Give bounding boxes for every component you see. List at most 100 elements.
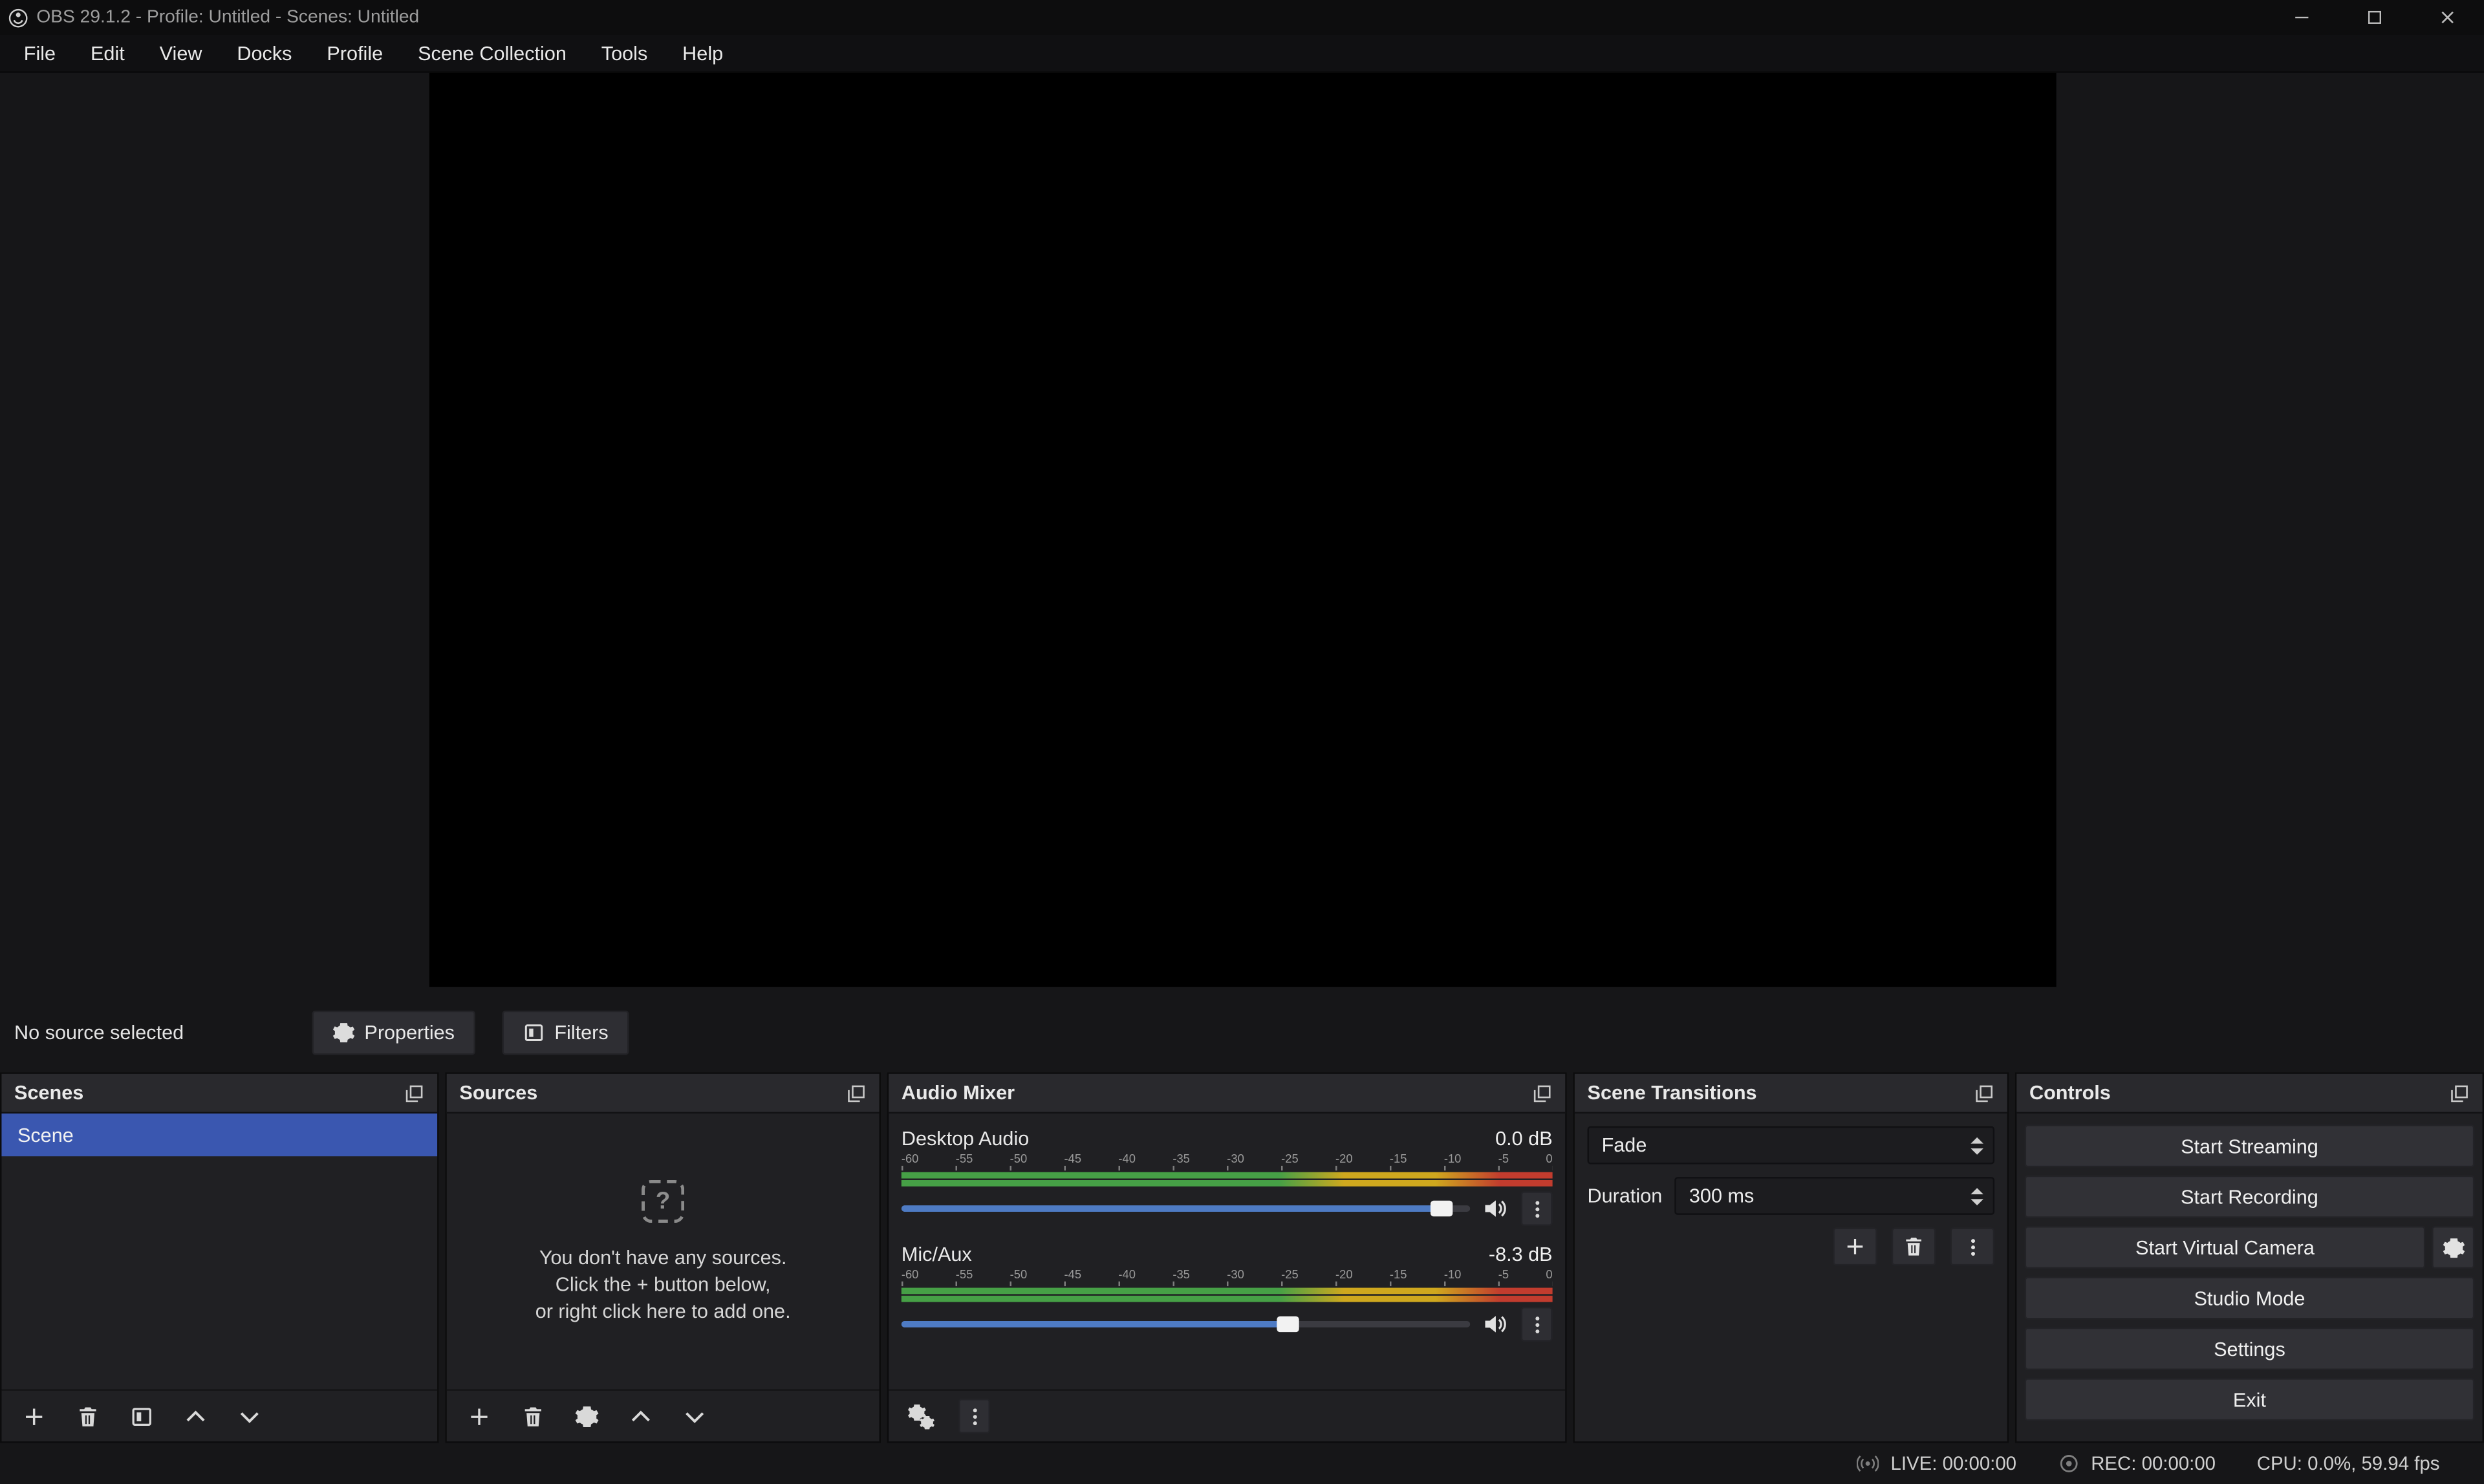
scenes-dock-body: Scene: [1, 1113, 437, 1441]
sources-dock-body: ? You don't have any sources. Click the …: [447, 1113, 880, 1441]
menu-item[interactable]: Docks: [219, 35, 309, 71]
meter-tick-label: -55: [956, 1267, 973, 1282]
meter-tick-label: 0: [1546, 1152, 1552, 1166]
menu-item[interactable]: Tools: [584, 35, 665, 71]
minimize-button[interactable]: [2265, 0, 2338, 35]
duration-spinbox[interactable]: 300 ms: [1675, 1177, 1994, 1215]
rec-status: REC: 00:00:00: [2058, 1452, 2216, 1474]
mute-button[interactable]: [1483, 1196, 1508, 1221]
menu-item[interactable]: Profile: [309, 35, 400, 71]
scenes-dock-title: Scenes: [14, 1082, 83, 1104]
menu-item[interactable]: File: [6, 35, 73, 71]
meter-tick-label: -15: [1390, 1267, 1407, 1282]
mixer-popout-button[interactable]: [1532, 1082, 1553, 1103]
add-scene-button[interactable]: [17, 1399, 50, 1432]
kebab-icon: [964, 1406, 985, 1426]
duration-value: 300 ms: [1689, 1185, 1754, 1207]
meter-tick-label: -50: [1010, 1267, 1028, 1282]
filters-button[interactable]: Filters: [502, 1011, 629, 1055]
slider-handle[interactable]: [1431, 1201, 1453, 1216]
volume-slider[interactable]: [902, 1191, 1470, 1226]
meter-tick-label: -5: [1498, 1152, 1509, 1166]
remove-transition-button[interactable]: [1892, 1227, 1936, 1265]
dock-scene-transitions: Scene Transitions Fade Duration: [1573, 1072, 2009, 1443]
popout-icon: [1974, 1082, 1994, 1103]
meter-tick-label: -55: [956, 1152, 973, 1166]
dock-sources: Sources ? You don't have any sources. Cl…: [445, 1072, 881, 1443]
meter-bar-left: [902, 1288, 1553, 1295]
close-button[interactable]: [2411, 0, 2484, 35]
filters-button-label: Filters: [554, 1022, 608, 1044]
move-source-down-button[interactable]: [678, 1399, 711, 1432]
status-bar: LIVE: 00:00:00 REC: 00:00:00 CPU: 0.0%, …: [0, 1443, 2484, 1484]
slider-fill: [902, 1205, 1442, 1212]
spinner-up-icon[interactable]: [1970, 1187, 1983, 1194]
scene-filters-button[interactable]: [125, 1399, 158, 1432]
properties-button-label: Properties: [364, 1022, 455, 1044]
meter-tick-label: -30: [1227, 1267, 1244, 1282]
meter-bar-right: [902, 1296, 1553, 1302]
cpu-status: CPU: 0.0%, 59.94 fps: [2257, 1452, 2440, 1474]
meter-tick-label: -60: [902, 1152, 919, 1166]
start-virtual-camera-button[interactable]: Start Virtual Camera: [2025, 1226, 2426, 1269]
menu-item[interactable]: Edit: [73, 35, 142, 71]
minimize-icon: [2293, 8, 2311, 27]
remove-scene-button[interactable]: [71, 1399, 104, 1432]
dock-audio-mixer: Audio Mixer Desktop Audio 0.0 dB -60-55-…: [887, 1072, 1567, 1443]
virtual-camera-settings-button[interactable]: [2432, 1226, 2474, 1269]
start-streaming-button[interactable]: Start Streaming: [2025, 1124, 2475, 1167]
move-source-up-button[interactable]: [624, 1399, 657, 1432]
mixer-options-button[interactable]: [958, 1399, 990, 1434]
menu-item[interactable]: Help: [665, 35, 740, 71]
popout-icon: [404, 1082, 425, 1103]
channel-options-button[interactable]: [1521, 1191, 1553, 1226]
channel-level: -8.3 dB: [1489, 1243, 1553, 1265]
transitions-popout-button[interactable]: [1974, 1082, 1994, 1103]
transitions-dock-title: Scene Transitions: [1588, 1082, 1757, 1104]
broadcast-icon: [1857, 1452, 1879, 1474]
meter-tick-label: -45: [1064, 1267, 1082, 1282]
meter-tick-label: -35: [1172, 1267, 1190, 1282]
advanced-audio-button[interactable]: [905, 1399, 938, 1432]
exit-button[interactable]: Exit: [2025, 1378, 2475, 1421]
sources-dock-header: Sources: [447, 1074, 880, 1113]
sources-empty-text-line1: You don't have any sources.: [539, 1247, 787, 1269]
window-title: OBS 29.1.2 - Profile: Untitled - Scenes:…: [36, 8, 419, 27]
add-transition-button[interactable]: [1833, 1227, 1877, 1265]
menu-item[interactable]: Scene Collection: [400, 35, 584, 71]
volume-slider[interactable]: [902, 1307, 1470, 1342]
mute-button[interactable]: [1483, 1311, 1508, 1337]
window-controls: [2265, 0, 2484, 35]
gear-icon: [575, 1404, 599, 1428]
sources-empty-state[interactable]: ? You don't have any sources. Click the …: [447, 1113, 880, 1389]
scenes-popout-button[interactable]: [404, 1082, 425, 1103]
scene-list-item[interactable]: Scene: [1, 1113, 437, 1156]
preview-canvas[interactable]: [429, 73, 2056, 987]
cpu-status-text: CPU: 0.0%, 59.94 fps: [2257, 1452, 2440, 1474]
menu-item[interactable]: View: [142, 35, 220, 71]
add-source-button[interactable]: [462, 1399, 495, 1432]
duration-label: Duration: [1588, 1185, 1663, 1207]
spinner-up-icon[interactable]: [1970, 1137, 1983, 1143]
studio-mode-button[interactable]: Studio Mode: [2025, 1276, 2475, 1319]
transition-select[interactable]: Fade: [1588, 1126, 1995, 1165]
transition-options-button[interactable]: [1950, 1227, 1994, 1265]
channel-level: 0.0 dB: [1495, 1127, 1553, 1149]
slider-handle[interactable]: [1277, 1317, 1299, 1332]
sources-popout-button[interactable]: [846, 1082, 867, 1103]
remove-source-button[interactable]: [517, 1399, 550, 1432]
source-properties-button[interactable]: [570, 1399, 603, 1432]
channel-options-button[interactable]: [1521, 1307, 1553, 1342]
start-recording-button[interactable]: Start Recording: [2025, 1176, 2475, 1218]
move-scene-up-button[interactable]: [179, 1399, 212, 1432]
properties-button[interactable]: Properties: [312, 1011, 475, 1055]
dock-controls: Controls Start Streaming Start Recording…: [2015, 1072, 2484, 1443]
controls-popout-button[interactable]: [2449, 1082, 2470, 1103]
meter-bar-right: [902, 1180, 1553, 1187]
settings-button[interactable]: Settings: [2025, 1328, 2475, 1370]
spinner-down-icon[interactable]: [1970, 1148, 1983, 1154]
maximize-button[interactable]: [2338, 0, 2412, 35]
move-scene-down-button[interactable]: [233, 1399, 266, 1432]
spinner-down-icon[interactable]: [1970, 1198, 1983, 1205]
transitions-buttons: [1588, 1227, 1995, 1265]
